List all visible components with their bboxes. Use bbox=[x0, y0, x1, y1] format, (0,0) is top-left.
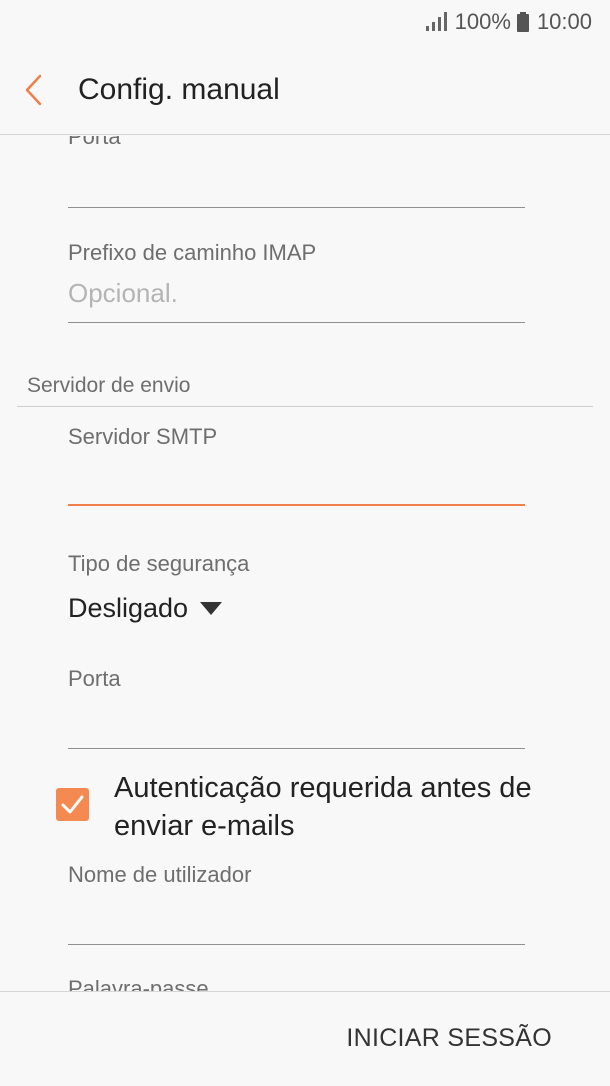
security-type-label: Tipo de segurança bbox=[68, 551, 250, 576]
username-field[interactable] bbox=[68, 944, 525, 945]
checkmark-icon bbox=[61, 795, 84, 814]
password-label: Palavra-passe bbox=[68, 976, 209, 991]
username-label: Nome de utilizador bbox=[68, 862, 252, 887]
incoming-port-label: Porta bbox=[68, 136, 121, 149]
bottom-bar: INICIAR SESSÃO bbox=[0, 991, 610, 1086]
imap-prefix-input[interactable]: Opcional. bbox=[68, 278, 178, 309]
signal-icon bbox=[425, 12, 447, 31]
security-type-value: Desligado bbox=[68, 593, 189, 623]
settings-form[interactable]: Porta Prefixo de caminho IMAP Opcional. … bbox=[0, 136, 610, 991]
battery-percent: 100% bbox=[454, 9, 511, 34]
smtp-server-input[interactable] bbox=[68, 504, 525, 506]
outgoing-port-label: Porta bbox=[68, 666, 121, 691]
clock: 10:00 bbox=[536, 9, 592, 34]
status-bar: 100% 10:00 bbox=[0, 0, 610, 44]
section-outgoing-server: Servidor de envio bbox=[27, 374, 191, 397]
back-arrow-icon[interactable] bbox=[20, 72, 48, 108]
auth-checkbox-label[interactable]: Autenticação requerida antes de enviar e… bbox=[114, 769, 544, 845]
dropdown-arrow-icon bbox=[200, 601, 223, 615]
smtp-server-label: Servidor SMTP bbox=[68, 424, 218, 449]
battery-icon bbox=[516, 12, 529, 32]
auth-checkbox[interactable] bbox=[56, 788, 89, 821]
imap-prefix-label: Prefixo de caminho IMAP bbox=[68, 240, 317, 265]
imap-prefix-underline bbox=[68, 322, 525, 323]
login-button[interactable]: INICIAR SESSÃO bbox=[346, 1024, 552, 1053]
incoming-port-field[interactable] bbox=[68, 207, 525, 208]
outgoing-port-field[interactable] bbox=[68, 748, 525, 749]
page-title: Config. manual bbox=[78, 73, 280, 106]
app-bar: Config. manual bbox=[0, 44, 610, 135]
section-divider bbox=[17, 406, 593, 407]
security-type-dropdown[interactable]: Desligado bbox=[68, 593, 223, 624]
